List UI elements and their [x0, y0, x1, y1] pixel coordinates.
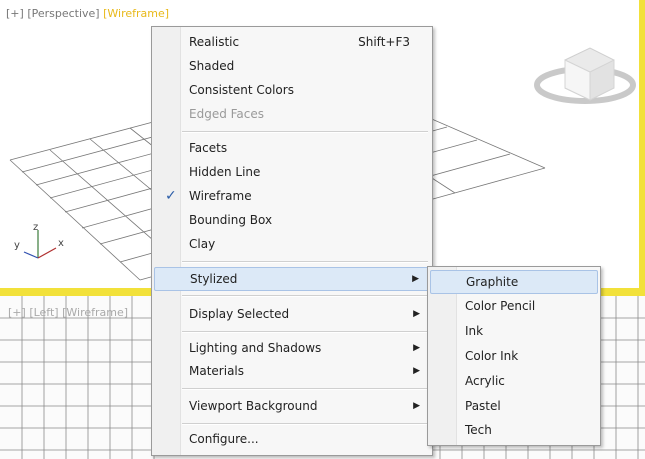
submenu-item-color-ink[interactable]: Color Ink [430, 345, 598, 367]
submenu-item-acrylic[interactable]: Acrylic [430, 370, 598, 392]
submenu-arrow-icon: ▶ [413, 401, 420, 411]
check-icon: ✓ [165, 188, 177, 204]
viewport-view-label[interactable]: [Left] [29, 306, 58, 319]
axis-z-label: z [33, 222, 39, 233]
stylized-submenu: Graphite Color Pencil Ink Color Ink Acry… [427, 266, 601, 446]
active-viewport-border-right [639, 0, 645, 296]
menu-item-realistic[interactable]: Realistic Shift+F3 [154, 31, 430, 53]
menu-item-lighting-and-shadows[interactable]: Lighting and Shadows ▶ [154, 337, 430, 359]
submenu-item-ink[interactable]: Ink [430, 320, 598, 342]
menu-item-wireframe[interactable]: ✓ Wireframe [154, 185, 430, 207]
axis-x-label: x [58, 238, 64, 249]
submenu-item-graphite[interactable]: Graphite [430, 270, 598, 294]
submenu-arrow-icon: ▶ [412, 274, 419, 284]
viewport-mode-label[interactable]: [Wireframe] [62, 306, 128, 319]
submenu-item-color-pencil[interactable]: Color Pencil [430, 295, 598, 317]
axis-y-label: y [14, 240, 20, 251]
menu-item-display-selected[interactable]: Display Selected ▶ [154, 303, 430, 325]
axis-tripod-icon [23, 230, 57, 259]
submenu-item-pastel[interactable]: Pastel [430, 395, 598, 417]
submenu-arrow-icon: ▶ [413, 343, 420, 353]
viewport-view-label[interactable]: [Perspective] [27, 7, 99, 20]
submenu-item-tech[interactable]: Tech [430, 419, 598, 441]
viewport-plus-menu[interactable]: [+] [6, 7, 24, 20]
menu-item-consistent-colors[interactable]: Consistent Colors [154, 79, 430, 101]
menu-item-clay[interactable]: Clay [154, 233, 430, 255]
menu-item-edged-faces: Edged Faces [189, 107, 265, 121]
menu-item-bounding-box[interactable]: Bounding Box [154, 209, 430, 231]
shortcut-label: Shift+F3 [358, 35, 410, 49]
menu-item-configure[interactable]: Configure... [154, 428, 430, 450]
viewport-label-left[interactable]: [+] [Left] [Wireframe] [8, 306, 128, 319]
viewport-plus-menu[interactable]: [+] [8, 306, 26, 319]
submenu-arrow-icon: ▶ [413, 309, 420, 319]
menu-item-materials[interactable]: Materials ▶ [154, 360, 430, 382]
menu-separator [182, 261, 428, 263]
viewcube-icon [534, 47, 636, 104]
menu-item-hidden-line[interactable]: Hidden Line [154, 161, 430, 183]
display-mode-context-menu: Realistic Shift+F3 Shaded Consistent Col… [151, 26, 433, 456]
menu-separator [182, 295, 428, 297]
menu-item-viewport-background[interactable]: Viewport Background ▶ [154, 395, 430, 417]
menu-separator [182, 331, 428, 333]
submenu-arrow-icon: ▶ [413, 366, 420, 376]
menu-separator [182, 131, 428, 133]
menu-item-stylized[interactable]: Stylized ▶ [154, 267, 430, 291]
menu-separator [182, 423, 428, 425]
menu-item-facets[interactable]: Facets [154, 137, 430, 159]
viewport-mode-label[interactable]: [Wireframe] [103, 7, 169, 20]
viewport-label-perspective[interactable]: [+] [Perspective] [Wireframe] [6, 7, 169, 20]
menu-item-shaded[interactable]: Shaded [154, 55, 430, 77]
menu-separator [182, 388, 428, 390]
